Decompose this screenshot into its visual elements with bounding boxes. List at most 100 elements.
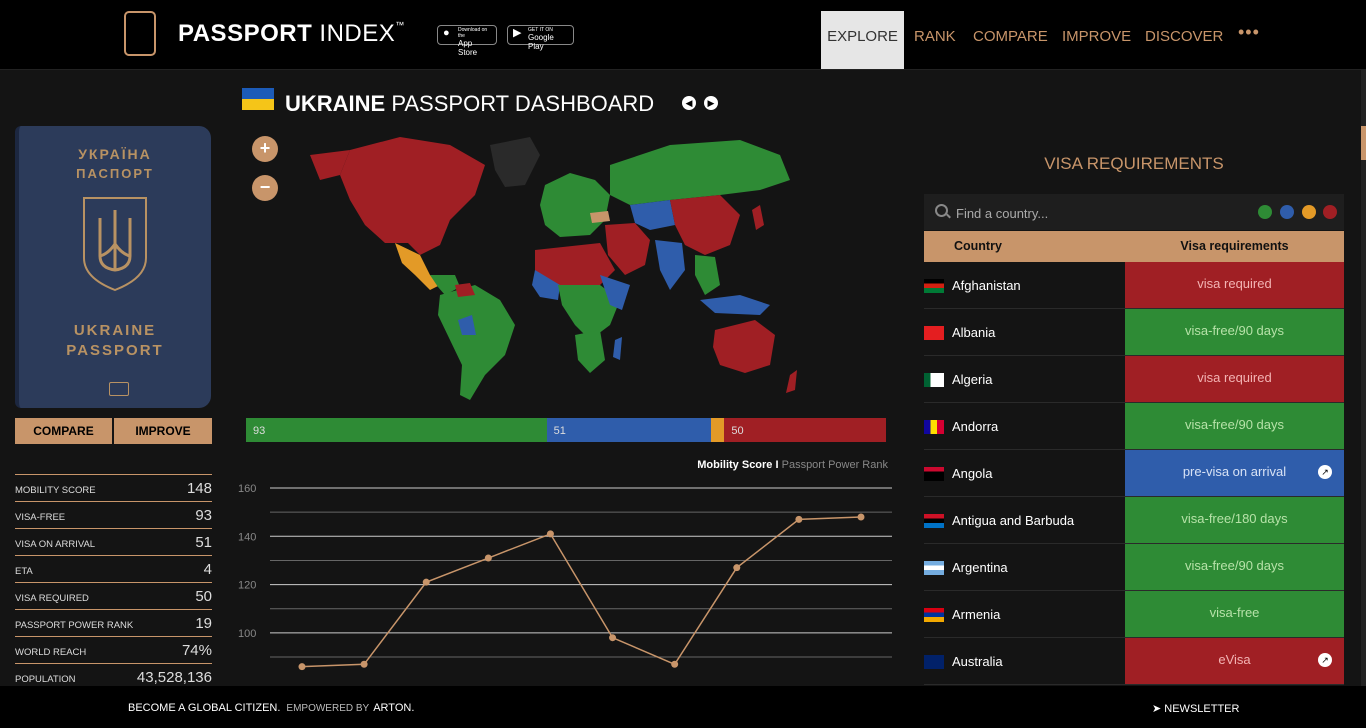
table-row[interactable]: Australia eVisa ↗ bbox=[924, 638, 1344, 685]
passport-logo-icon[interactable] bbox=[124, 11, 156, 56]
filter-orange-dot[interactable] bbox=[1302, 205, 1316, 219]
country-name: Angola bbox=[952, 466, 993, 481]
nav-discover[interactable]: DISCOVER bbox=[1145, 11, 1223, 69]
footer-tagline: BECOME A GLOBAL CITIZEN. bbox=[128, 702, 281, 714]
country-name: Andorra bbox=[952, 419, 999, 434]
caption-mobility-score[interactable]: Mobility Score bbox=[697, 459, 772, 471]
filter-red-dot[interactable] bbox=[1323, 205, 1337, 219]
filter-green-dot[interactable] bbox=[1258, 205, 1272, 219]
apple-icon: ● bbox=[443, 27, 450, 39]
country-flag-icon bbox=[924, 561, 944, 575]
arton-link[interactable]: ARTON. bbox=[373, 702, 414, 714]
newsletter-link[interactable]: ➤ NEWSLETTER bbox=[1152, 702, 1239, 715]
visa-requirement-badge: eVisa ↗ bbox=[1125, 638, 1344, 684]
data-point[interactable] bbox=[857, 513, 865, 521]
more-menu-icon[interactable]: ••• bbox=[1238, 22, 1260, 43]
country-flag-icon bbox=[924, 420, 944, 434]
external-link-icon[interactable]: ↗ bbox=[1318, 653, 1332, 667]
data-point[interactable] bbox=[795, 515, 803, 523]
next-arrow-icon[interactable]: ▶ bbox=[704, 96, 718, 110]
stat-world-reach: WORLD REACH 74% bbox=[15, 636, 212, 663]
bar-eta bbox=[711, 418, 725, 442]
zoom-in-button[interactable]: + bbox=[252, 136, 278, 162]
map-region-russia bbox=[610, 140, 790, 205]
data-point[interactable] bbox=[733, 564, 741, 572]
y-tick-label: 120 bbox=[238, 580, 256, 592]
biometric-chip-icon bbox=[109, 382, 129, 396]
stat-visa-on-arrival: VISA ON ARRIVAL 51 bbox=[15, 528, 212, 555]
map-region-japan bbox=[752, 205, 764, 230]
google-play-button[interactable]: ▶ GET IT ON Google Play bbox=[507, 25, 574, 51]
y-tick-label: 100 bbox=[238, 628, 256, 640]
data-point[interactable] bbox=[609, 634, 617, 642]
country-flag-icon bbox=[924, 326, 944, 340]
country-flag-icon bbox=[924, 467, 944, 481]
table-row[interactable]: Angola pre-visa on arrival ↗ bbox=[924, 450, 1344, 497]
table-row[interactable]: Afghanistan visa required bbox=[924, 262, 1344, 309]
country-flag-icon bbox=[924, 373, 944, 387]
data-point[interactable] bbox=[298, 663, 306, 671]
country-name: Antigua and Barbuda bbox=[952, 513, 1075, 528]
zoom-out-button[interactable]: − bbox=[252, 175, 278, 201]
country-search-input[interactable] bbox=[954, 202, 1208, 224]
table-row[interactable]: Albania visa-free/90 days bbox=[924, 309, 1344, 356]
top-bar: PASSPORT INDEX™ ● Download on the App St… bbox=[0, 0, 1366, 70]
nav-compare[interactable]: COMPARE bbox=[973, 11, 1048, 69]
stat-power-rank: PASSPORT POWER RANK 19 bbox=[15, 609, 212, 636]
data-point[interactable] bbox=[422, 578, 430, 586]
table-row[interactable]: Antigua and Barbuda visa-free/180 days bbox=[924, 497, 1344, 544]
bar-visa-required: 50 bbox=[724, 418, 886, 442]
nav-explore[interactable]: EXPLORE bbox=[821, 11, 904, 69]
visa-requirement-badge: visa-free/90 days bbox=[1125, 403, 1344, 449]
nav-improve[interactable]: IMPROVE bbox=[1062, 11, 1131, 69]
country-name: Afghanistan bbox=[952, 278, 1021, 293]
y-tick-label: 160 bbox=[238, 483, 256, 495]
map-region-madagascar bbox=[613, 337, 622, 360]
data-point[interactable] bbox=[360, 660, 368, 668]
country-name: Argentina bbox=[952, 560, 1008, 575]
series-line bbox=[301, 516, 862, 668]
world-map[interactable] bbox=[290, 125, 820, 405]
data-point[interactable] bbox=[671, 660, 679, 668]
footer: BECOME A GLOBAL CITIZEN. EMPOWERED BY ARTO… bbox=[0, 686, 1366, 728]
scrollbar[interactable] bbox=[1361, 70, 1366, 686]
visa-requirements-title: VISA REQUIREMENTS bbox=[1044, 154, 1224, 173]
passport-stats: MOBILITY SCORE 148 VISA-FREE 93 VISA ON AR… bbox=[15, 474, 212, 690]
data-point[interactable] bbox=[484, 554, 492, 562]
table-row[interactable]: Algeria visa required bbox=[924, 356, 1344, 403]
y-tick-label: 140 bbox=[238, 531, 256, 543]
column-country[interactable]: Country bbox=[954, 231, 1002, 262]
improve-button[interactable]: IMPROVE bbox=[114, 418, 212, 444]
column-visa-requirements[interactable]: Visa requirements bbox=[1125, 231, 1344, 262]
stat-mobility-score: MOBILITY SCORE 148 bbox=[15, 474, 212, 501]
visa-table-header: Country Visa requirements bbox=[924, 231, 1344, 262]
brand-logo[interactable]: PASSPORT INDEX™ bbox=[178, 20, 405, 48]
trident-emblem-icon bbox=[83, 197, 147, 292]
passport-cover: УКРАЇНА ПАСПОРТ UKRAINE PASSPORT bbox=[15, 126, 211, 408]
country-name: Algeria bbox=[952, 372, 993, 387]
table-row[interactable]: Argentina visa-free/90 days bbox=[924, 544, 1344, 591]
caption-power-rank[interactable]: Passport Power Rank bbox=[782, 459, 888, 471]
external-link-icon[interactable]: ↗ bbox=[1318, 465, 1332, 479]
map-region-southeast-asia bbox=[695, 255, 720, 295]
nav-rank[interactable]: RANK bbox=[914, 11, 956, 69]
table-row[interactable]: Armenia visa-free bbox=[924, 591, 1344, 638]
visa-requirement-badge: visa-free/90 days bbox=[1125, 544, 1344, 590]
chart-caption: Mobility Score I Passport Power Rank bbox=[697, 459, 888, 471]
stat-visa-required: VISA REQUIRED 50 bbox=[15, 582, 212, 609]
paper-plane-icon: ➤ bbox=[1152, 703, 1162, 715]
map-region-indonesia bbox=[700, 295, 770, 315]
country-flag-icon bbox=[924, 655, 944, 669]
app-store-button[interactable]: ● Download on the App Store bbox=[437, 25, 497, 57]
scrollbar-thumb[interactable] bbox=[1361, 126, 1366, 160]
country-flag-icon bbox=[924, 514, 944, 528]
table-row[interactable]: Andorra visa-free/90 days bbox=[924, 403, 1344, 450]
compare-button[interactable]: COMPARE bbox=[15, 418, 112, 444]
bar-visa-free: 93 bbox=[246, 418, 547, 442]
prev-arrow-icon[interactable]: ◀ bbox=[682, 96, 696, 110]
country-name: Armenia bbox=[952, 607, 1001, 622]
data-point[interactable] bbox=[546, 530, 554, 538]
country-flag-icon bbox=[924, 608, 944, 622]
map-region-south-america bbox=[438, 285, 515, 400]
filter-blue-dot[interactable] bbox=[1280, 205, 1294, 219]
